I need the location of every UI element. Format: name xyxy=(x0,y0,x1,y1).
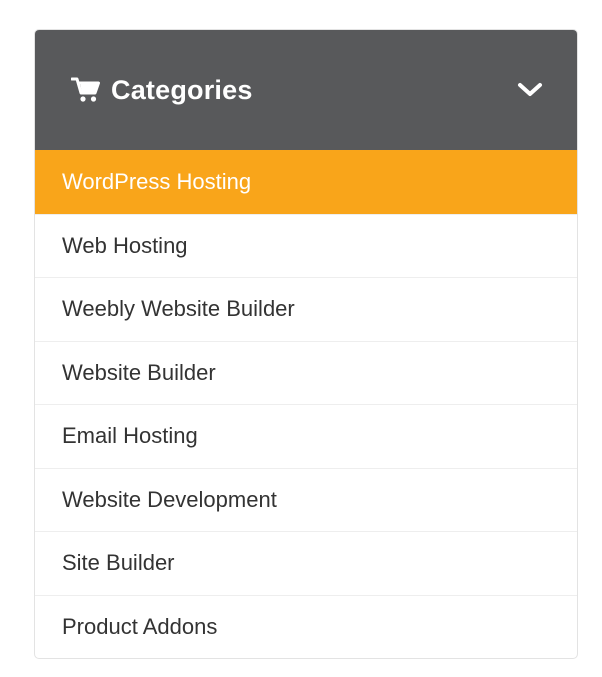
chevron-down-icon[interactable] xyxy=(517,81,543,99)
category-item-site-builder[interactable]: Site Builder xyxy=(35,531,577,595)
categories-panel: Categories WordPress Hosting Web Hosting… xyxy=(34,29,578,659)
category-item-label: Website Development xyxy=(62,486,277,512)
category-item-label: Weebly Website Builder xyxy=(62,296,295,322)
category-item-label: Product Addons xyxy=(62,613,218,639)
category-item-product-addons[interactable]: Product Addons xyxy=(35,594,577,659)
category-item-website-builder[interactable]: Website Builder xyxy=(35,340,577,405)
category-item-weebly-website-builder[interactable]: Weebly Website Builder xyxy=(35,277,577,341)
panel-title: Categories xyxy=(111,74,253,105)
category-item-wordpress-hosting[interactable]: WordPress Hosting xyxy=(35,150,577,214)
category-list: WordPress Hosting Web Hosting Weebly Web… xyxy=(35,150,577,658)
categories-header[interactable]: Categories xyxy=(35,30,577,150)
category-item-label: Email Hosting xyxy=(62,423,198,449)
category-item-label: Site Builder xyxy=(62,550,175,576)
category-item-email-hosting[interactable]: Email Hosting xyxy=(35,404,577,468)
header-title-group: Categories xyxy=(71,75,253,106)
category-item-label: Website Builder xyxy=(62,359,216,385)
category-item-label: WordPress Hosting xyxy=(62,168,252,194)
category-item-website-development[interactable]: Website Development xyxy=(35,467,577,532)
shopping-cart-icon xyxy=(71,77,101,103)
category-item-web-hosting[interactable]: Web Hosting xyxy=(35,213,577,278)
category-item-label: Web Hosting xyxy=(62,232,188,258)
